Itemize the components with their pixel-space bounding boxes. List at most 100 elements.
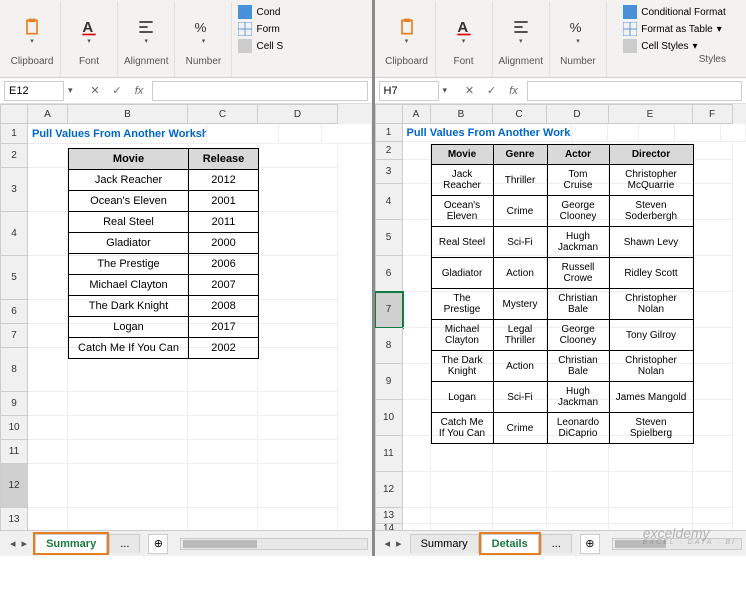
font-button[interactable]: A ▾ — [67, 6, 111, 56]
table-row[interactable]: Jack Reacher2012 — [69, 170, 259, 191]
cell[interactable] — [28, 440, 68, 464]
cell-styles-button[interactable]: Cell S — [238, 38, 283, 54]
cell[interactable] — [693, 292, 733, 328]
cell[interactable] — [188, 392, 258, 416]
cell[interactable] — [693, 328, 733, 364]
accept-formula[interactable]: ✓ — [483, 82, 501, 100]
row-header[interactable]: 14 — [375, 524, 403, 530]
cell[interactable] — [547, 508, 609, 524]
conditional-format-button[interactable]: Cond — [238, 4, 283, 20]
cell[interactable] — [28, 348, 68, 392]
alignment-button[interactable]: ▾ — [124, 6, 168, 56]
table-row[interactable]: Jack ReacherThrillerTom CruiseChristophe… — [431, 165, 693, 196]
cell[interactable] — [547, 524, 609, 530]
cell[interactable] — [403, 256, 431, 292]
cell[interactable] — [28, 508, 68, 530]
table-row[interactable]: Ocean's Eleven2001 — [69, 191, 259, 212]
cell[interactable] — [68, 440, 188, 464]
hscroll-right[interactable] — [612, 538, 742, 550]
cell[interactable] — [493, 472, 547, 508]
row-header[interactable]: 5 — [375, 220, 403, 256]
alignment-button[interactable]: ▾ — [499, 6, 543, 56]
cell[interactable] — [608, 124, 640, 142]
cell[interactable] — [721, 124, 746, 142]
row-header[interactable]: 7 — [375, 292, 403, 328]
row-header[interactable]: 11 — [375, 436, 403, 472]
col-D[interactable]: D — [258, 104, 338, 124]
cell[interactable] — [403, 400, 431, 436]
name-box[interactable] — [4, 81, 64, 101]
cell[interactable] — [258, 212, 338, 256]
cell[interactable] — [403, 328, 431, 364]
table-row[interactable]: Logan2017 — [69, 317, 259, 338]
tab-nav-next[interactable]: ▸ — [22, 537, 28, 550]
cell[interactable] — [68, 416, 188, 440]
row-header[interactable]: 10 — [375, 400, 403, 436]
clipboard-button[interactable]: ▾ — [10, 6, 54, 56]
table-row[interactable]: Real Steel2011 — [69, 212, 259, 233]
tab-nav-next[interactable]: ▸ — [396, 537, 402, 550]
fx-button[interactable]: fx — [130, 82, 148, 100]
table-row[interactable]: Catch Me If You CanCrimeLeonardo DiCapri… — [431, 413, 693, 444]
cell[interactable] — [28, 256, 68, 300]
cell[interactable] — [68, 508, 188, 530]
cell[interactable] — [28, 144, 68, 168]
cell[interactable] — [28, 324, 68, 348]
add-sheet-button[interactable]: ⊕ — [580, 534, 600, 554]
row-header[interactable]: 1 — [375, 124, 403, 142]
table-row[interactable]: The PrestigeMysteryChristian BaleChristo… — [431, 289, 693, 320]
table-row[interactable]: Michael ClaytonLegal ThrillerGeorge Cloo… — [431, 320, 693, 351]
col-C[interactable]: C — [493, 104, 547, 124]
cell[interactable] — [693, 256, 733, 292]
cell[interactable] — [431, 472, 493, 508]
number-button[interactable]: %▾ — [556, 6, 600, 56]
cell[interactable] — [693, 364, 733, 400]
row-header[interactable]: 6 — [0, 300, 28, 324]
col-F[interactable]: F — [693, 104, 733, 124]
cell[interactable] — [609, 508, 693, 524]
cell[interactable] — [28, 168, 68, 212]
cell[interactable] — [403, 220, 431, 256]
formula-bar[interactable] — [152, 81, 368, 101]
cell[interactable] — [547, 472, 609, 508]
cell[interactable] — [258, 508, 338, 530]
cell[interactable] — [68, 392, 188, 416]
select-all-corner[interactable] — [375, 104, 403, 124]
cell[interactable] — [403, 436, 431, 472]
namebox-dropdown[interactable]: ▾ — [443, 85, 457, 96]
table-row[interactable]: Ocean's ElevenCrimeGeorge ClooneySteven … — [431, 196, 693, 227]
tab-summary[interactable]: Summary — [410, 534, 479, 553]
cell[interactable] — [258, 168, 338, 212]
row-header[interactable]: 4 — [0, 212, 28, 256]
row-header[interactable]: 7 — [0, 324, 28, 348]
row-header[interactable]: 2 — [0, 144, 28, 168]
cell[interactable] — [403, 364, 431, 400]
cancel-formula[interactable]: ✕ — [86, 82, 104, 100]
hscroll-left[interactable] — [180, 538, 367, 550]
cell[interactable] — [188, 416, 258, 440]
cell[interactable] — [188, 464, 258, 508]
number-button[interactable]: % ▾ — [181, 6, 225, 56]
conditional-format-button[interactable]: Conditional Format — [623, 4, 725, 20]
cell[interactable] — [403, 184, 431, 220]
cell[interactable] — [258, 464, 338, 508]
cell[interactable] — [693, 184, 733, 220]
cell[interactable] — [693, 524, 733, 530]
cell[interactable] — [609, 472, 693, 508]
cell[interactable] — [188, 508, 258, 530]
row-header[interactable]: 3 — [375, 160, 403, 184]
cell[interactable] — [258, 144, 338, 168]
format-table-button[interactable]: Form — [238, 21, 283, 37]
cell[interactable] — [609, 524, 693, 530]
cell-styles-button[interactable]: Cell Styles ▾ — [623, 38, 725, 54]
cell[interactable] — [693, 508, 733, 524]
tab-nav-first[interactable]: ◂ — [385, 537, 391, 550]
row-header[interactable]: 13 — [375, 508, 403, 524]
table-row[interactable]: Gladiator2000 — [69, 233, 259, 254]
table-row[interactable]: The Prestige2006 — [69, 254, 259, 275]
cell[interactable] — [68, 464, 188, 508]
cell[interactable] — [258, 256, 338, 300]
row-header[interactable]: 10 — [0, 416, 28, 440]
cell[interactable] — [258, 324, 338, 348]
table-row[interactable]: Catch Me If You Can2002 — [69, 338, 259, 359]
